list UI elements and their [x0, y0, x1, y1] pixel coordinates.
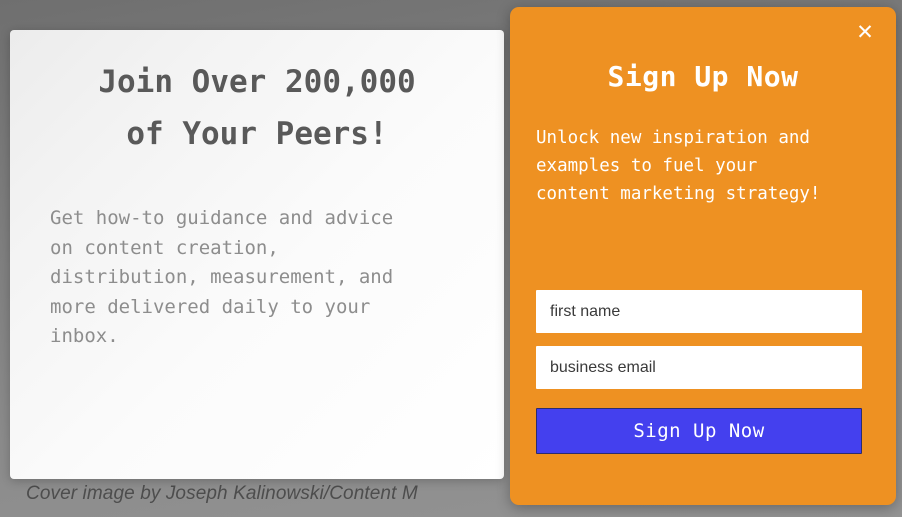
article-heading: Join Over 200,000 of Your Peers!	[10, 30, 504, 160]
signup-title: Sign Up Now	[607, 60, 799, 93]
article-heading-line-1: Join Over 200,000	[98, 64, 416, 100]
close-icon[interactable]: ✕	[852, 19, 878, 45]
cover-image-caption: Cover image by Joseph Kalinowski/Content…	[26, 483, 418, 504]
article-body-line-1: Get how-to guidance and advice	[50, 207, 394, 229]
signup-subtitle-line-1: Unlock new inspiration and	[536, 128, 810, 148]
business-email-input[interactable]	[536, 346, 862, 389]
article-body-line-5: inbox.	[50, 325, 119, 347]
article-body: Get how-to guidance and advice on conten…	[10, 160, 504, 352]
article-heading-line-2: of Your Peers!	[126, 116, 388, 152]
article-body-line-2: on content creation,	[50, 236, 279, 259]
signup-subtitle: Unlock new inspiration and examples to f…	[510, 94, 896, 208]
signup-subtitle-line-2: examples to fuel your	[536, 156, 758, 176]
first-name-input[interactable]	[536, 290, 862, 333]
screenshot-stage: Cover image by Joseph Kalinowski/Content…	[0, 0, 902, 517]
signup-form: Sign Up Now	[536, 290, 862, 454]
article-body-line-4: more delivered daily to your	[50, 295, 371, 318]
sign-up-now-button[interactable]: Sign Up Now	[536, 408, 862, 454]
article-body-line-3: distribution, measurement, and	[50, 266, 394, 288]
signup-panel: ✕ Sign Up Now Unlock new inspiration and…	[510, 7, 896, 505]
article-card: Join Over 200,000 of Your Peers! Get how…	[10, 30, 504, 479]
signup-subtitle-line-3: content marketing strategy!	[536, 184, 821, 204]
